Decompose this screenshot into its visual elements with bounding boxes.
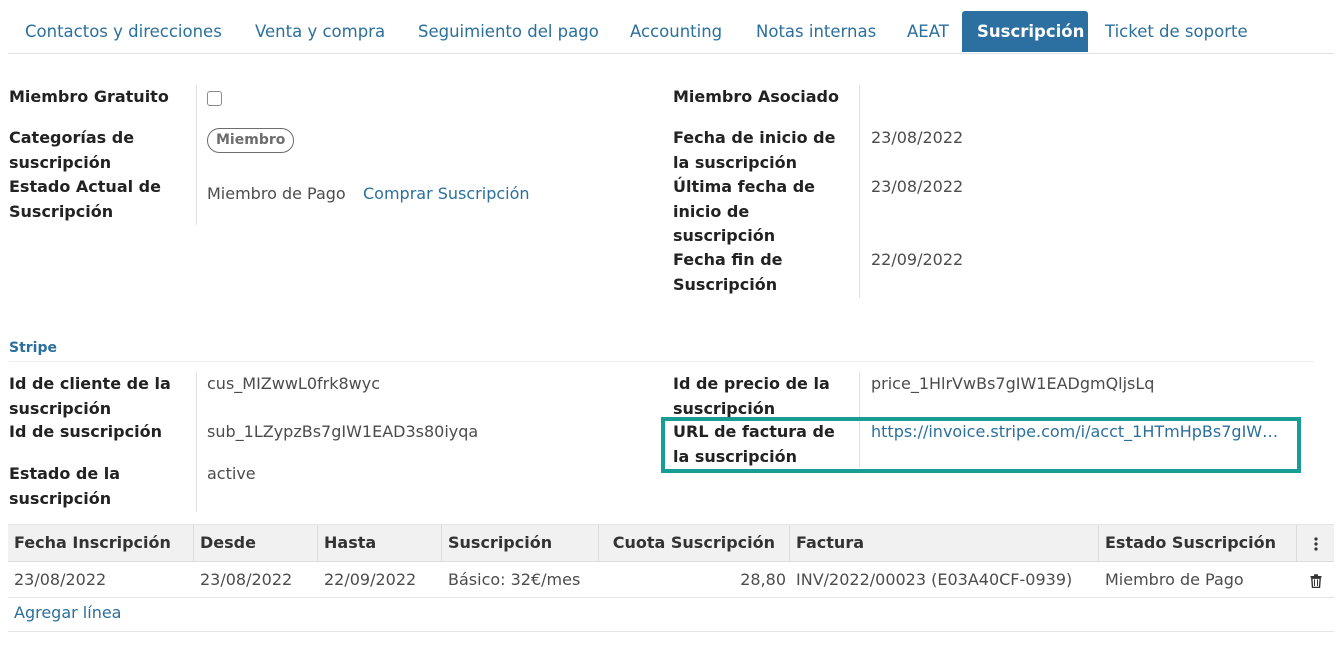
col-fecha-inscripcion[interactable]: Fecha Inscripción: [8, 525, 194, 562]
cell-estado: Miembro de Pago: [1105, 570, 1244, 589]
subscription-id-label: Id de suscripción: [9, 422, 162, 441]
customer-id-value: cus_MIZwwL0frk8wyc: [207, 374, 381, 393]
invoice-url-highlight: [661, 417, 1301, 473]
column-options[interactable]: [1297, 525, 1334, 562]
cell-hasta: 22/09/2022: [324, 570, 417, 589]
start-date-value: 23/08/2022: [871, 128, 964, 147]
cell-factura: INV/2022/00023 (E03A40CF-0939): [796, 570, 1073, 589]
cell-desde: 23/08/2022: [200, 570, 293, 589]
tab-contactos[interactable]: Contactos y direcciones: [10, 11, 237, 52]
stripe-left-separator: [196, 372, 197, 512]
last-start-date-value: 23/08/2022: [871, 177, 964, 196]
tab-seguimiento-pago[interactable]: Seguimiento del pago: [403, 11, 614, 52]
free-member-checkbox[interactable]: [207, 91, 222, 106]
tab-ticket-soporte[interactable]: Ticket de soporte: [1090, 11, 1263, 52]
tab-accounting[interactable]: Accounting: [615, 11, 737, 52]
table-row[interactable]: 23/08/2022 23/08/2022 22/09/2022 Básico:…: [8, 562, 1334, 598]
right-separator: [859, 85, 860, 298]
subscription-table-header: Fecha Inscripción Desde Hasta Suscripció…: [8, 524, 1334, 562]
col-estado[interactable]: Estado Suscripción: [1099, 525, 1297, 562]
start-date-label: Fecha de inicio de la suscripción: [673, 128, 836, 172]
stripe-state-label: Estado de la suscripción: [9, 464, 121, 508]
state-value: Miembro de Pago: [207, 184, 346, 203]
left-separator: [196, 85, 197, 225]
col-suscripcion[interactable]: Suscripción: [442, 525, 599, 562]
last-start-date-label: Última fecha de inicio de suscripción: [673, 177, 816, 245]
free-member-label: Miembro Gratuito: [9, 87, 169, 106]
tab-suscripcion[interactable]: Suscripción: [962, 11, 1088, 52]
buy-subscription-link[interactable]: Comprar Suscripción: [363, 182, 530, 207]
state-label: Estado Actual de Suscripción: [9, 177, 161, 221]
delete-row-button[interactable]: [1297, 562, 1334, 597]
price-id-label: Id de precio de la suscripción: [673, 374, 830, 418]
tab-venta-compra[interactable]: Venta y compra: [240, 11, 400, 52]
end-date-label: Fecha fin de Suscripción: [673, 250, 783, 294]
col-factura[interactable]: Factura: [790, 525, 1099, 562]
col-hasta[interactable]: Hasta: [318, 525, 442, 562]
col-desde[interactable]: Desde: [194, 525, 318, 562]
cell-cuota: 28,80: [740, 570, 786, 589]
price-id-value: price_1HlrVwBs7gIW1EADgmQljsLq: [871, 374, 1155, 393]
stripe-section-title: Stripe: [9, 340, 57, 356]
end-date-value: 22/09/2022: [871, 250, 964, 269]
kebab-menu-icon[interactable]: [1313, 536, 1318, 551]
cell-fecha-inscripcion: 23/08/2022: [14, 570, 107, 589]
subscription-id-value: sub_1LZypzBs7gIW1EAD3s80iyqa: [207, 422, 479, 441]
table-bottom-divider: [8, 631, 1334, 632]
category-tag-miembro: Miembro: [207, 128, 295, 153]
cell-suscripcion: Básico: 32€/mes: [448, 570, 581, 589]
trash-icon[interactable]: [1310, 573, 1322, 588]
add-line-link[interactable]: Agregar línea: [14, 601, 121, 625]
tab-notas-internas[interactable]: Notas internas: [741, 11, 891, 52]
tab-aeat[interactable]: AEAT: [892, 11, 964, 52]
associated-member-label: Miembro Asociado: [673, 87, 839, 106]
categories-label: Categorías de suscripción: [9, 128, 135, 172]
stripe-section-divider: [9, 361, 1314, 362]
col-cuota[interactable]: Cuota Suscripción: [599, 525, 790, 562]
notebook-tabs: Contactos y direcciones Venta y compra S…: [8, 10, 1334, 54]
stripe-state-value: active: [207, 464, 256, 483]
customer-id-label: Id de cliente de la suscripción: [9, 374, 171, 418]
